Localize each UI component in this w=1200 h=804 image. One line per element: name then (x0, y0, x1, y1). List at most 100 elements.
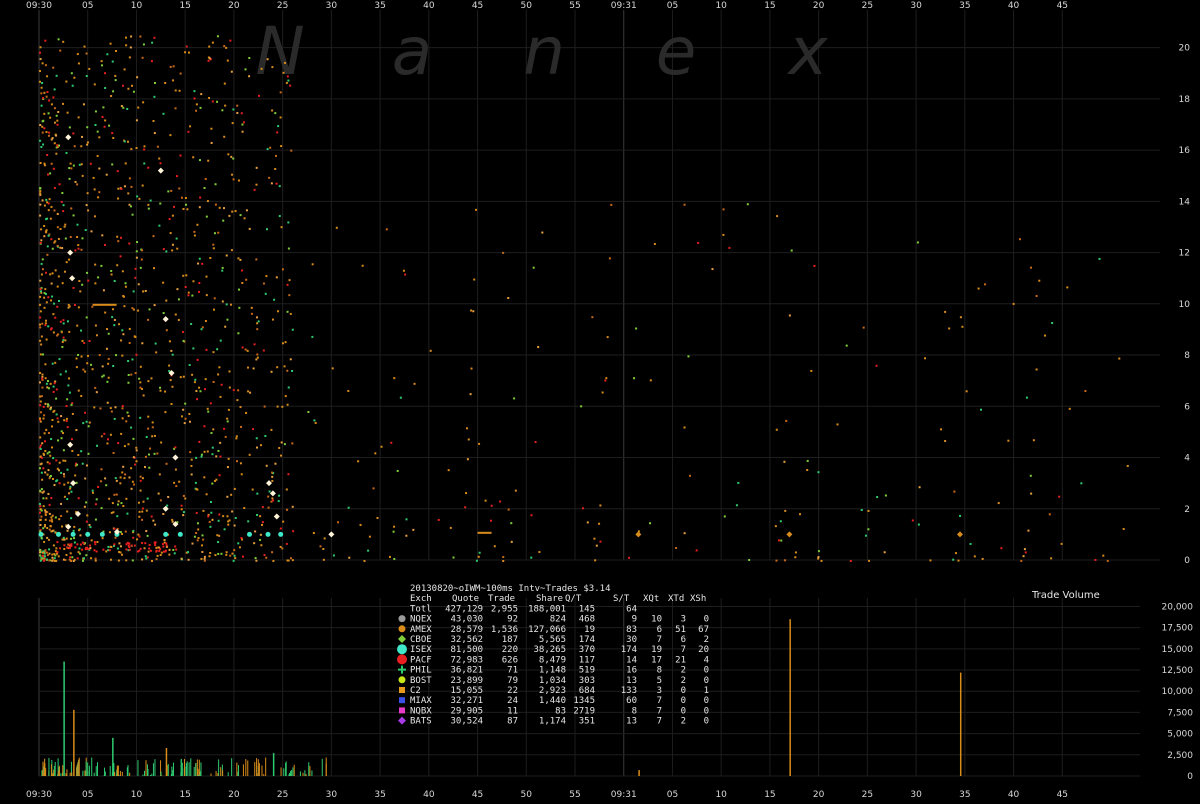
quote-dot (47, 403, 49, 405)
quote-dot (71, 404, 73, 406)
quote-dot (57, 439, 59, 441)
quote-dot (249, 454, 251, 456)
quote-dot (198, 441, 200, 443)
quote-dot (201, 454, 203, 456)
volume-bar-small (256, 758, 257, 776)
quote-dot (405, 535, 407, 537)
quote-dot (45, 272, 47, 274)
quote-dot (48, 451, 50, 453)
quote-dot (237, 332, 239, 334)
quote-dot (53, 553, 55, 555)
quote-dot (117, 198, 119, 200)
quote-dot (81, 356, 83, 358)
quote-dot (197, 539, 199, 541)
y-tick-label-upper: 0 (1184, 556, 1190, 566)
quote-dot (221, 384, 223, 386)
quote-dot (960, 316, 962, 318)
quote-dot (279, 185, 281, 187)
quote-dot (187, 294, 189, 296)
quote-dot (186, 208, 188, 210)
quote-dot (86, 144, 88, 146)
quote-dot (175, 107, 177, 109)
quote-dot (67, 482, 69, 484)
volume-bar-small (199, 760, 200, 776)
quote-dot (95, 110, 97, 112)
quote-dot (596, 545, 598, 547)
quote-dot (414, 383, 416, 385)
quote-dot (280, 145, 282, 147)
quote-dot (40, 242, 42, 244)
pacf-dot (89, 544, 91, 546)
quote-dot (210, 512, 212, 514)
quote-dot (311, 336, 313, 338)
quote-dot (43, 92, 45, 94)
quote-dot (234, 555, 236, 557)
quote-dot (41, 457, 43, 459)
quote-dot (222, 300, 224, 302)
quote-dot (205, 378, 207, 380)
quote-dot (41, 387, 43, 389)
stats-cell: 2 (704, 635, 709, 645)
quote-dot (130, 427, 132, 429)
quote-dot (97, 276, 99, 278)
quote-dot (54, 381, 56, 383)
quote-dot (1038, 280, 1040, 282)
quote-dot (884, 551, 886, 553)
quote-dot (57, 213, 59, 215)
quote-dot (178, 481, 180, 483)
quote-dot (112, 308, 114, 310)
quote-dot (1051, 322, 1053, 324)
volume-bar-small (184, 771, 185, 776)
quote-dot (143, 43, 145, 45)
quote-dot (225, 436, 227, 438)
quote-dot (181, 508, 183, 510)
quote-dot (100, 265, 102, 267)
quote-dot (1084, 390, 1086, 392)
quote-dot (45, 514, 47, 516)
quote-dot (45, 231, 47, 233)
quote-dot (147, 167, 149, 169)
quote-dot (285, 395, 287, 397)
quote-dot (1007, 440, 1009, 442)
quote-dot (1000, 547, 1002, 549)
quote-dot (128, 476, 130, 478)
quote-dot (65, 238, 67, 240)
quote-dot (47, 174, 49, 176)
quote-dot (212, 100, 214, 102)
quote-dot (109, 531, 111, 533)
quote-dot (121, 329, 123, 331)
quote-dot (222, 515, 224, 517)
quote-dot (373, 487, 375, 489)
volume-bar-small (294, 765, 295, 776)
quote-dot (696, 549, 698, 551)
pacf-dot (125, 543, 127, 545)
quote-dot (184, 51, 186, 53)
quote-dot (194, 381, 196, 383)
quote-dot (59, 482, 61, 484)
quote-dot (51, 296, 53, 298)
pacf-dot (158, 550, 160, 552)
quote-dot (114, 537, 116, 539)
x-tick-label-top: 40 (423, 1, 435, 11)
quote-dot (165, 250, 167, 252)
stats-cell: 83 (626, 625, 637, 635)
quote-dot (137, 310, 139, 312)
quote-dot (59, 247, 61, 249)
quote-dot (136, 147, 138, 149)
quote-dot (213, 381, 215, 383)
volume-bar-small (53, 770, 54, 776)
quote-dot (133, 290, 135, 292)
quote-dot (73, 537, 75, 539)
quote-dot (242, 556, 244, 558)
quote-dot (39, 404, 41, 406)
quote-dot (1049, 513, 1051, 515)
quote-dot (96, 541, 98, 543)
volume-bar-small (236, 763, 237, 776)
quote-dot (182, 208, 184, 210)
quote-dot (174, 446, 176, 448)
quote-dot (185, 274, 187, 276)
quote-dot (502, 556, 504, 558)
quote-dot (470, 368, 472, 370)
pacf-dot (163, 551, 165, 553)
quote-dot (307, 411, 309, 413)
